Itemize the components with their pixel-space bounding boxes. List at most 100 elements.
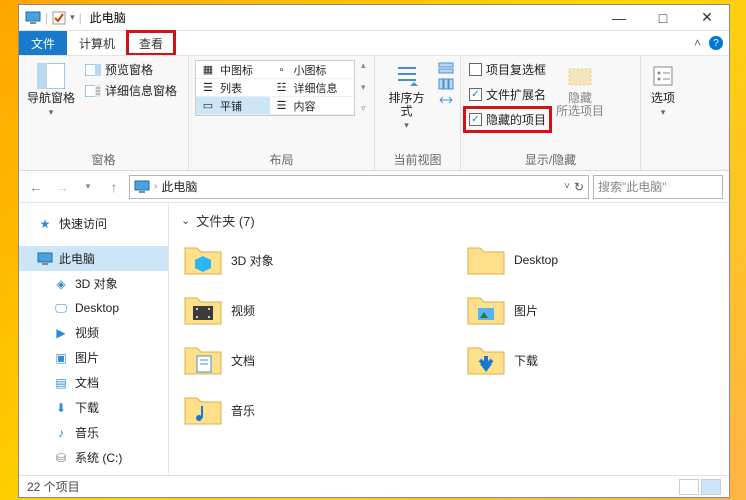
maximize-button[interactable]: □ (641, 5, 685, 31)
dropdown-icon[interactable]: ▾ (70, 12, 75, 23)
group-options-label (647, 152, 723, 168)
details-view-toggle[interactable] (679, 479, 699, 495)
item-checkboxes-toggle[interactable]: 项目复选框 (467, 60, 548, 79)
tab-computer[interactable]: 计算机 (67, 31, 127, 55)
title-bar: | ▾ | 此电脑 — □ ✕ (19, 5, 729, 31)
nav-documents[interactable]: ▤文档 (19, 370, 168, 395)
preview-pane-button[interactable]: 预览窗格 (83, 60, 179, 79)
tab-view[interactable]: 查看 (127, 31, 175, 55)
layout-opt-details[interactable]: 详细信息 (294, 80, 338, 96)
folder-documents[interactable]: 文档 (181, 338, 434, 382)
chevron-down-icon: ▾ (661, 107, 666, 118)
status-text: 22 个项目 (27, 478, 80, 495)
layout-opt-small[interactable]: 小图标 (294, 62, 327, 78)
scroll-up-icon[interactable]: ▴ (361, 60, 366, 71)
ribbon-right: ˄ ? (688, 31, 729, 55)
folder-3d-objects[interactable]: 3D 对象 (181, 238, 434, 282)
group-by-icon[interactable] (438, 62, 454, 74)
folder-icon (466, 340, 506, 380)
details-pane-label: 详细信息窗格 (105, 82, 177, 99)
hide-selected-button[interactable]: 隐藏所选项目 (554, 60, 606, 120)
hidden-items-label: 隐藏的项目 (486, 111, 546, 128)
file-extensions-label: 文件扩展名 (486, 86, 546, 103)
layout-opt-tiles[interactable]: 平铺 (220, 98, 242, 114)
monitor-icon (25, 11, 41, 25)
dropdown-icon[interactable]: ˅ (564, 181, 570, 192)
help-icon[interactable]: ? (709, 36, 723, 50)
chevron-down-icon: ⌄ (181, 214, 190, 227)
address-bar[interactable]: › 此电脑 ˅ ↻ (129, 175, 589, 199)
add-columns-icon[interactable] (438, 78, 454, 90)
star-icon: ★ (37, 216, 53, 232)
folder-pictures[interactable]: 图片 (464, 288, 717, 332)
desktop-icon: 🖵 (53, 300, 69, 316)
layout-opt-medium[interactable]: 中图标 (220, 62, 253, 78)
nav-quick-access-label: 快速访问 (59, 215, 107, 232)
tiles-view-toggle[interactable] (701, 479, 721, 495)
sort-label: 排序方式 (383, 92, 430, 118)
section-header[interactable]: ⌄ 文件夹 (7) (181, 211, 717, 230)
group-layout-label: 布局 (195, 149, 368, 168)
layout-opt-content[interactable]: 内容 (294, 98, 316, 114)
hidden-items-toggle[interactable]: ✓ 隐藏的项目 (467, 110, 548, 129)
navigation-pane[interactable]: ★ 快速访问 此电脑 ◈3D 对象 🖵Desktop ▶视频 ▣图片 ▤文档 ⬇… (19, 203, 169, 475)
separator-icon: | (79, 11, 82, 25)
hide-selected-label1: 隐藏 (568, 91, 592, 105)
nav-desktop[interactable]: 🖵Desktop (19, 296, 168, 320)
expand-icon[interactable]: ▿ (361, 103, 366, 114)
nav-pane-button[interactable]: 导航窗格 ▾ (25, 60, 77, 120)
back-button[interactable]: ← (25, 176, 47, 198)
search-box[interactable]: 搜索"此电脑" (593, 175, 723, 199)
nav-3d-objects[interactable]: ◈3D 对象 (19, 271, 168, 296)
nav-pictures[interactable]: ▣图片 (19, 345, 168, 370)
refresh-icon[interactable]: ↻ (574, 180, 584, 194)
layout-opt-list[interactable]: 列表 (220, 80, 242, 96)
sort-button[interactable]: 排序方式 ▾ (381, 60, 432, 133)
recent-button[interactable]: ▾ (77, 176, 99, 198)
nav-videos[interactable]: ▶视频 (19, 320, 168, 345)
monitor-icon (134, 180, 150, 194)
nav-this-pc[interactable]: 此电脑 (19, 246, 168, 271)
section-title: 文件夹 (7) (196, 211, 255, 230)
nav-this-pc-label: 此电脑 (59, 250, 95, 267)
nav-music[interactable]: ♪音乐 (19, 420, 168, 445)
checkbox-icon: ✓ (469, 88, 482, 101)
options-button[interactable]: 选项 ▾ (647, 60, 679, 120)
folder-desktop[interactable]: Desktop (464, 238, 717, 282)
folder-videos[interactable]: 视频 (181, 288, 434, 332)
size-columns-icon[interactable] (438, 94, 454, 106)
group-panes-label: 窗格 (25, 149, 182, 168)
forward-button[interactable]: → (51, 176, 73, 198)
nav-pane-label: 导航窗格 (27, 92, 75, 105)
layout-options[interactable]: ▦中图标 ▫小图标 ☰列表 ☳详细信息 ▭平铺 ☰内容 (195, 60, 355, 116)
close-button[interactable]: ✕ (685, 5, 729, 31)
folder-icon (183, 340, 223, 380)
search-placeholder: 搜索"此电脑" (598, 178, 667, 195)
nav-downloads[interactable]: ⬇下载 (19, 395, 168, 420)
folder-icon (183, 290, 223, 330)
up-button[interactable]: ↑ (103, 176, 125, 198)
content-pane[interactable]: ⌄ 文件夹 (7) 3D 对象 Desktop 视频 图片 (169, 203, 729, 475)
explorer-window: | ▾ | 此电脑 — □ ✕ 文件 计算机 查看 ˄ ? 导航窗格 ▾ (18, 4, 730, 498)
monitor-icon (37, 251, 53, 267)
separator-icon: | (45, 11, 48, 25)
file-extensions-toggle[interactable]: ✓ 文件扩展名 (467, 85, 548, 104)
folder-icon (466, 240, 506, 280)
chevron-up-icon[interactable]: ˄ (694, 36, 701, 50)
folder-downloads[interactable]: 下载 (464, 338, 717, 382)
hide-selected-label2: 所选项目 (556, 104, 604, 118)
scroll-down-icon[interactable]: ▾ (361, 82, 366, 93)
nav-row: ← → ▾ ↑ › 此电脑 ˅ ↻ 搜索"此电脑" (19, 171, 729, 203)
group-options: 选项 ▾ (641, 56, 729, 170)
checkbox-icon[interactable] (52, 11, 66, 25)
nav-quick-access[interactable]: ★ 快速访问 (19, 211, 168, 236)
status-bar: 22 个项目 (19, 475, 729, 497)
details-pane-button[interactable]: 详细信息窗格 (83, 81, 179, 100)
cube-icon: ◈ (53, 276, 69, 292)
download-icon: ⬇ (53, 400, 69, 416)
folder-music[interactable]: 音乐 (181, 388, 434, 432)
minimize-button[interactable]: — (597, 5, 641, 31)
chevron-right-icon[interactable]: › (154, 181, 157, 192)
tab-file[interactable]: 文件 (19, 31, 67, 55)
nav-drive-c[interactable]: ⛁系统 (C:) (19, 445, 168, 470)
